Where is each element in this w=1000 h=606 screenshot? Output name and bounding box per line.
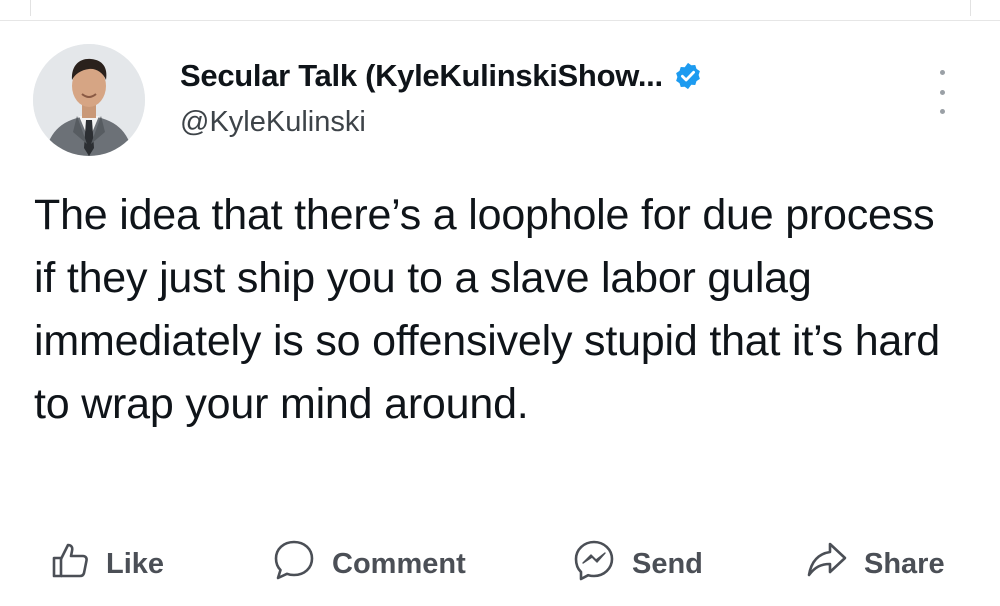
more-dot [939,70,945,75]
more-dot [939,89,945,95]
send-label: Send [632,547,703,580]
author-name-row: Secular Talk (KyleKulinskiShow... [180,56,703,96]
share-button[interactable]: Share [806,536,945,592]
more-vertical-icon[interactable] [930,70,954,114]
more-dot [939,109,945,114]
share-arrow-icon [806,540,848,588]
speech-bubble-icon [272,538,316,590]
frame-edge-right [970,0,971,16]
avatar-image [33,44,145,156]
top-frame [0,0,1000,21]
messenger-icon [572,538,616,590]
post-text: The idea that there’s a loophole for due… [34,191,940,428]
like-label: Like [106,547,165,580]
share-label: Share [864,547,945,580]
send-button[interactable]: Send [572,536,703,592]
verified-badge-icon [673,61,703,91]
author-display-name[interactable]: Secular Talk (KyleKulinskiShow... [180,58,663,94]
comment-label: Comment [332,547,466,580]
author-handle[interactable]: @KyleKulinski [180,106,366,139]
action-bar: Like Comment Send Share [0,536,1000,592]
like-button[interactable]: Like [50,536,164,592]
frame-edge-left [30,0,31,16]
avatar[interactable] [33,44,145,156]
comment-button[interactable]: Comment [272,536,466,592]
thumbs-up-icon [50,540,90,588]
